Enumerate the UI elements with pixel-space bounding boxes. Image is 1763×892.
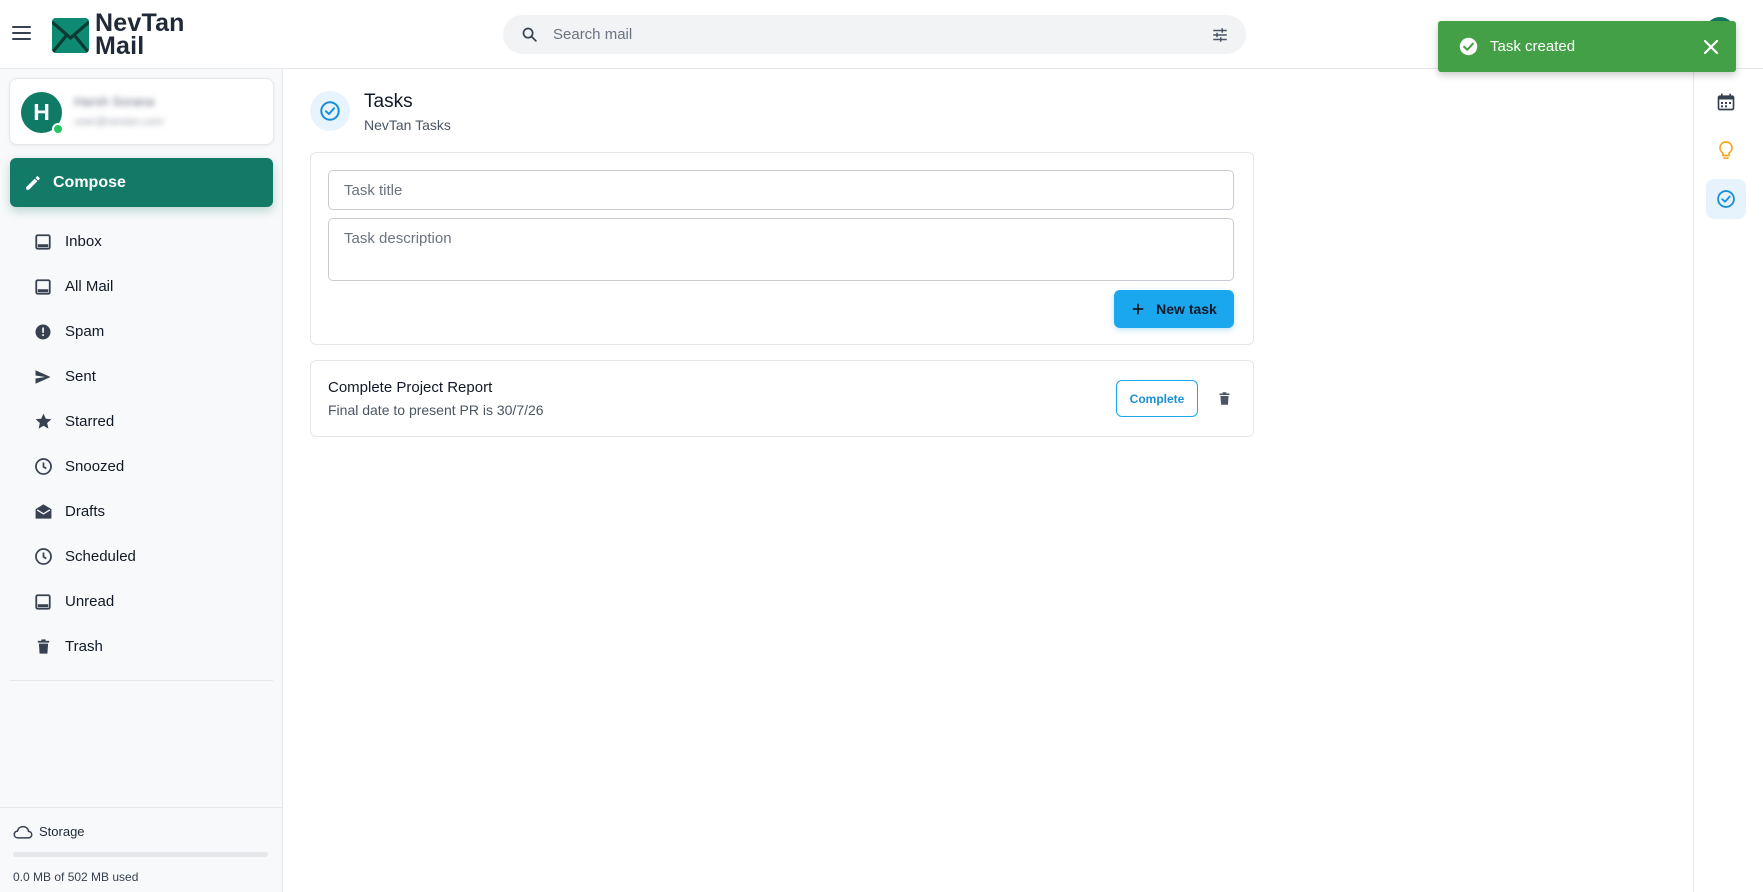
unread-icon [33,592,53,612]
tasks-check-icon [310,91,350,131]
sidebar-item-unread[interactable]: Unread [0,579,283,624]
storage-progress-bar [13,852,268,857]
all-mail-icon [33,277,53,297]
search-icon[interactable] [521,26,538,43]
sidebar-item-label: Spam [65,323,105,340]
profile-email: user@nevtan.com [74,116,164,128]
profile-card[interactable]: H Harsh Sorana user@nevtan.com [9,78,274,145]
sidebar-item-label: Inbox [65,233,102,250]
cloud-icon [13,825,33,839]
spam-icon [33,322,53,342]
sidebar-item-sent[interactable]: Sent [0,354,283,399]
app-logo[interactable]: NevTan Mail [52,11,185,60]
sidebar-item-scheduled[interactable]: Scheduled [0,534,283,579]
sidebar-item-drafts[interactable]: Drafts [0,489,283,534]
sidebar-item-label: Drafts [65,503,106,520]
drafts-icon [33,502,53,522]
search-bar [503,15,1246,54]
sidebar-item-label: Sent [65,368,96,385]
pencil-icon [26,175,40,190]
sidebar-item-label: Scheduled [65,548,136,565]
sidebar-item-trash[interactable]: Trash [0,624,283,669]
send-icon [33,367,53,387]
task-title-input[interactable] [328,170,1234,210]
close-icon[interactable] [1699,35,1723,59]
menu-icon[interactable] [10,22,34,46]
page-title: Tasks [364,91,413,112]
sidebar-item-label: Trash [65,638,103,655]
inbox-icon [33,232,53,252]
task-description-input[interactable] [328,218,1234,281]
sidebar-item-snoozed[interactable]: Snoozed [0,444,283,489]
page-subtitle: NevTan Tasks [364,117,451,133]
toast-notification: Task created [1438,21,1736,72]
online-status-dot [52,123,64,135]
new-task-label: New task [1156,301,1217,317]
sidebar-nav: Inbox All Mail Spam Sent Starred Snoozed… [0,219,283,669]
toast-message: Task created [1490,38,1576,55]
compose-label: Compose [53,173,126,191]
logo-text: NevTan Mail [95,11,185,60]
search-options-icon[interactable] [1211,26,1229,44]
tasks-check-icon[interactable] [1706,179,1746,219]
logo-line-2: Mail [95,32,145,60]
sidebar: H Harsh Sorana user@nevtan.com Compose I… [0,69,283,892]
clock-icon [33,457,53,477]
storage-label: Storage [39,824,85,839]
sidebar-item-inbox[interactable]: Inbox [0,219,283,264]
task-title: Complete Project Report [328,379,493,396]
profile-name: Harsh Sorana [74,94,155,109]
task-item: Complete Project Report Final date to pr… [310,360,1254,437]
divider [10,680,273,681]
main-content: Tasks NevTan Tasks New task Complete Pro… [283,69,1693,892]
schedule-icon [33,547,53,567]
sidebar-item-spam[interactable]: Spam [0,309,283,354]
delete-task-icon[interactable] [1213,387,1235,409]
search-input[interactable] [553,15,1173,54]
calendar-icon[interactable] [1706,82,1746,122]
star-icon [33,412,53,432]
sidebar-item-all-mail[interactable]: All Mail [0,264,283,309]
check-circle-icon [1459,37,1478,56]
task-description: Final date to present PR is 30/7/26 [328,402,544,418]
compose-button[interactable]: Compose [10,158,273,207]
sidebar-item-label: Starred [65,413,115,430]
sidebar-item-label: Snoozed [65,458,125,475]
storage-panel: Storage 0.0 MB of 502 MB used [0,807,283,892]
new-task-form: New task [310,152,1254,345]
sidebar-item-label: Unread [65,593,115,610]
sidebar-item-starred[interactable]: Starred [0,399,283,444]
storage-header: Storage [13,824,85,839]
trash-icon [33,637,53,657]
keep-bulb-icon[interactable] [1706,131,1746,171]
plus-icon [1132,303,1144,315]
new-task-button[interactable]: New task [1114,290,1234,328]
envelope-logo-icon [52,17,89,53]
storage-used-text: 0.0 MB of 502 MB used [13,870,139,884]
side-panel-rail [1693,69,1763,892]
complete-task-button[interactable]: Complete [1116,380,1198,417]
sidebar-item-label: All Mail [65,278,114,295]
